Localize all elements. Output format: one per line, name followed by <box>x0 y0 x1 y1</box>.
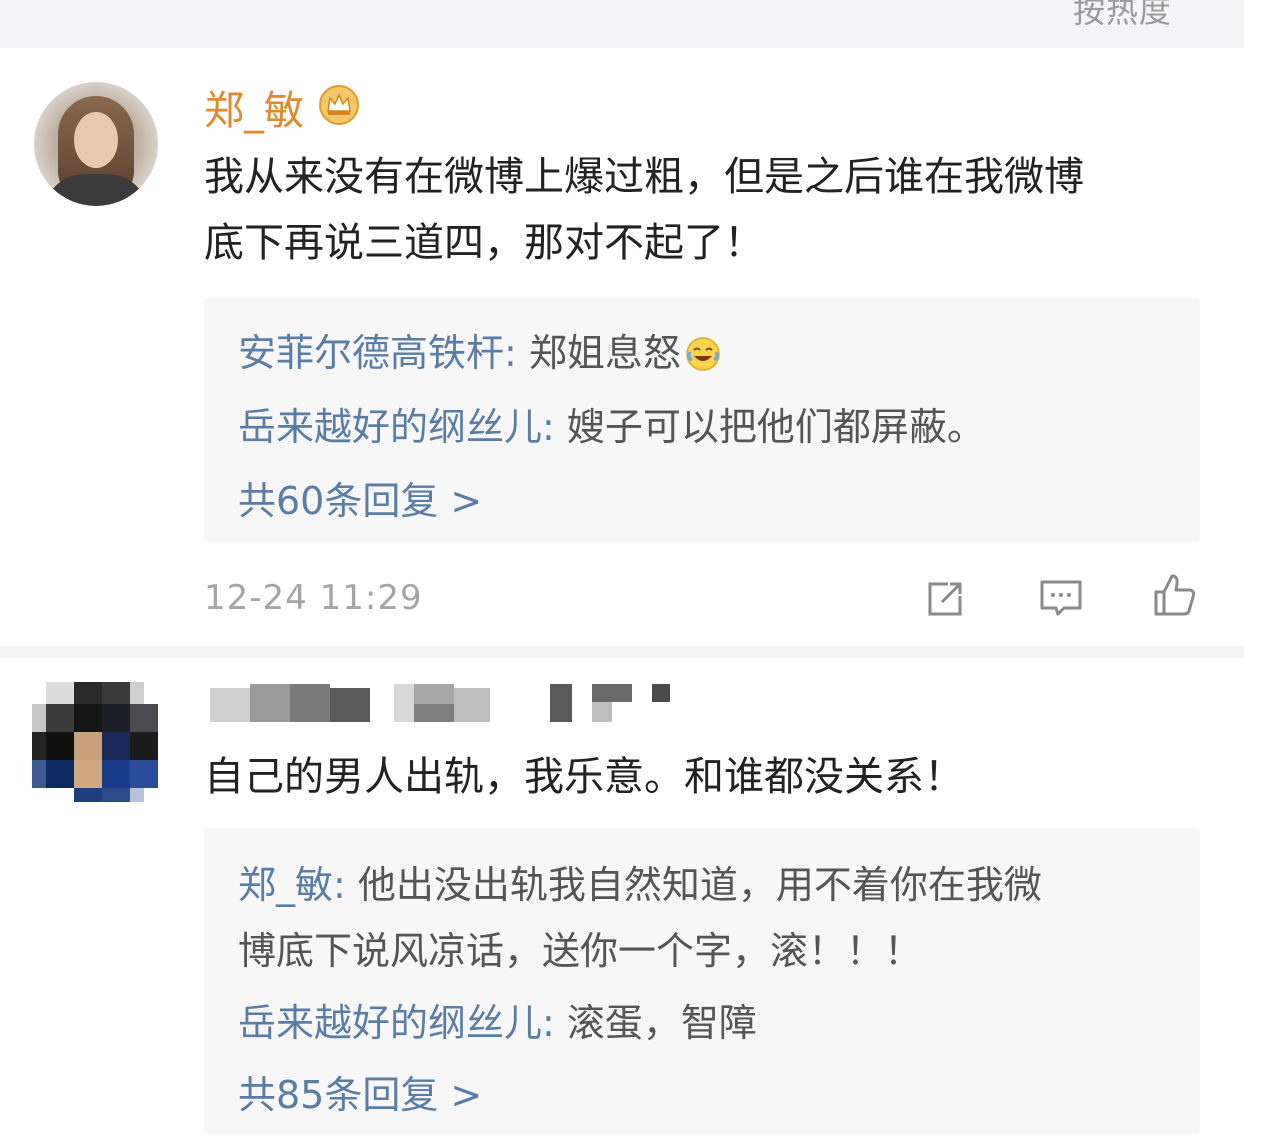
comment-username[interactable]: 郑_敏 <box>204 78 304 136</box>
reply-count-link[interactable]: 共85条回复 > <box>238 1064 482 1119</box>
sort-label[interactable]: 按热度 <box>1073 0 1172 32</box>
comment-divider <box>0 646 1244 658</box>
reply-box[interactable]: 安菲尔德高铁杆: 郑姐息怒 岳来越好的纲丝儿: 嫂子可以把他们都屏蔽。 共60条… <box>204 298 1200 542</box>
laugh-emoji-icon <box>686 337 720 371</box>
avatar[interactable] <box>34 82 158 206</box>
reply-item[interactable]: 安菲尔德高铁杆: 郑姐息怒 <box>238 322 721 377</box>
reply-item[interactable]: 岳来越好的纲丝儿: 嫂子可以把他们都屏蔽。 <box>238 396 985 451</box>
crown-icon <box>319 85 359 125</box>
sort-bar: 按热度 <box>0 0 1244 48</box>
reply-username[interactable]: 郑_敏: <box>238 863 346 907</box>
comment-content: 我从来没有在微博上爆过粗，但是之后谁在我微博 底下再说三道四，那对不起了！ <box>204 144 1214 276</box>
reply-text: 郑姐息怒 <box>516 331 681 375</box>
reply-text: 嫂子可以把他们都屏蔽。 <box>554 405 985 449</box>
reply-box[interactable]: 郑_敏: 他出没出轨我自然知道，用不着你在我微 博底下说风凉话，送你一个字，滚！… <box>204 828 1200 1134</box>
reply-item-continued: 博底下说风凉话，送你一个字，滚！！！ <box>238 920 922 975</box>
comment-content: 自己的男人出轨，我乐意。和谁都没关系！ <box>204 754 964 800</box>
reply-count-link[interactable]: 共60条回复 > <box>238 470 482 525</box>
reply-username[interactable]: 安菲尔德高铁杆: <box>238 331 517 375</box>
avatar[interactable] <box>32 682 158 802</box>
reply-username[interactable]: 岳来越好的纲丝儿: <box>238 1001 555 1045</box>
reply-username[interactable]: 岳来越好的纲丝儿: <box>238 405 555 449</box>
reply-item[interactable]: 郑_敏: 他出没出轨我自然知道，用不着你在我微 <box>238 854 1042 909</box>
reply-text: 他出没出轨我自然知道，用不着你在我微 <box>345 863 1042 907</box>
reply-item[interactable]: 岳来越好的纲丝儿: 滚蛋，智障 <box>238 992 757 1047</box>
like-icon[interactable] <box>1152 572 1198 618</box>
pixelated-avatar-image <box>32 682 158 802</box>
reply-text: 滚蛋，智障 <box>554 1001 757 1045</box>
comment-icon[interactable] <box>1038 576 1084 622</box>
blurred-username[interactable] <box>210 684 680 726</box>
comment-content-line: 底下再说三道四，那对不起了！ <box>204 220 764 266</box>
repost-icon[interactable] <box>922 576 968 622</box>
comment-content-line: 我从来没有在微博上爆过粗，但是之后谁在我微博 <box>204 154 1084 200</box>
timestamp: 12-24 11:29 <box>204 578 423 618</box>
reply-text: 博底下说风凉话，送你一个字，滚！！！ <box>238 929 923 973</box>
